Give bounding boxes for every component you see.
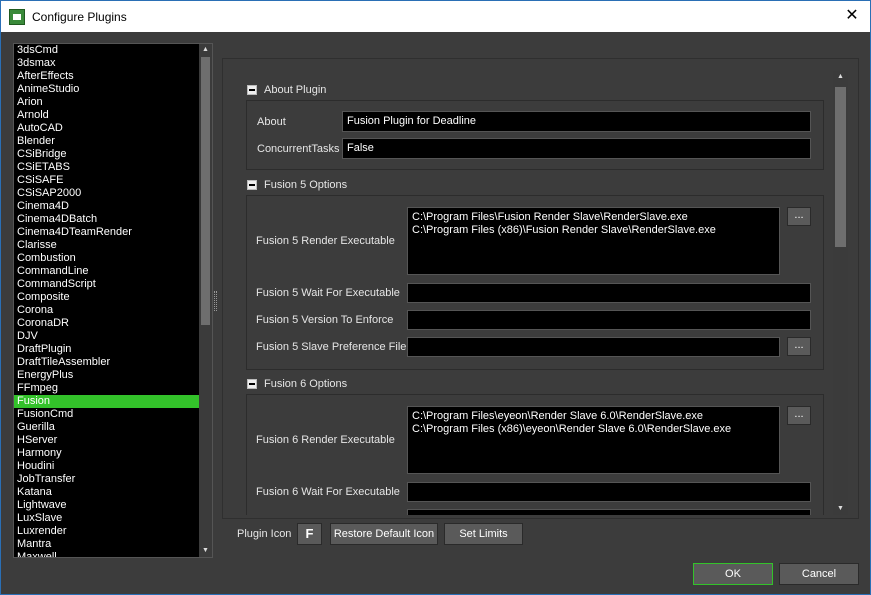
fusion5-version-field[interactable] xyxy=(407,310,811,330)
section-title: Fusion 5 Options xyxy=(264,179,348,191)
plugin-list-item[interactable]: Arnold xyxy=(14,109,199,122)
plugin-list-item[interactable]: 3dsmax xyxy=(14,57,199,70)
fusion6-render-exec-browse-button[interactable]: ... xyxy=(787,406,811,425)
plugin-list-item[interactable]: Fusion xyxy=(14,395,199,408)
section-title: About Plugin xyxy=(264,84,327,96)
fusion6-render-exec-label: Fusion 6 Render Executable xyxy=(256,434,395,446)
fusion5-version-label: Fusion 5 Version To Enforce xyxy=(256,314,394,326)
fusion6-options-group: Fusion 6 Render Executable C:\Program Fi… xyxy=(246,394,824,515)
plugin-list-item[interactable]: DraftTileAssembler xyxy=(14,356,199,369)
plugin-list-item[interactable]: Katana xyxy=(14,486,199,499)
plugin-list-item[interactable]: Blender xyxy=(14,135,199,148)
plugin-list-item[interactable]: Cinema4DBatch xyxy=(14,213,199,226)
ok-button[interactable]: OK xyxy=(693,563,773,585)
plugin-list-item[interactable]: Cinema4DTeamRender xyxy=(14,226,199,239)
fusion5-render-exec-label: Fusion 5 Render Executable xyxy=(256,235,395,247)
fusion5-slave-pref-browse-button[interactable]: ... xyxy=(787,337,811,356)
about-field[interactable]: Fusion Plugin for Deadline xyxy=(342,111,811,132)
section-title: Fusion 6 Options xyxy=(264,378,348,390)
plugin-list-item[interactable]: 3dsCmd xyxy=(14,44,199,57)
plugin-list-item[interactable]: Cinema4D xyxy=(14,200,199,213)
plugin-list-item[interactable]: CoronaDR xyxy=(14,317,199,330)
about-plugin-header[interactable]: About Plugin xyxy=(247,83,326,97)
fusion6-options-header[interactable]: Fusion 6 Options xyxy=(247,377,347,391)
fusion5-render-exec-field[interactable]: C:\Program Files\Fusion Render Slave\Ren… xyxy=(407,207,780,275)
collapse-icon[interactable] xyxy=(247,180,257,190)
app-icon xyxy=(9,8,25,25)
restore-default-icon-button[interactable]: Restore Default Icon xyxy=(330,523,438,545)
scroll-up-icon[interactable]: ▲ xyxy=(199,44,212,56)
scroll-down-icon[interactable]: ▼ xyxy=(833,503,848,515)
plugin-list-item[interactable]: Maxwell xyxy=(14,551,199,557)
splitter-handle[interactable] xyxy=(214,291,217,311)
fusion5-options-group: Fusion 5 Render Executable C:\Program Fi… xyxy=(246,195,824,370)
scrollbar-thumb[interactable] xyxy=(201,57,210,325)
settings-scroll-area: About Plugin About Fusion Plugin for Dea… xyxy=(235,71,833,515)
about-label: About xyxy=(257,116,286,128)
plugin-list-item[interactable]: CSiBridge xyxy=(14,148,199,161)
scrollbar-thumb[interactable] xyxy=(835,87,846,247)
plugin-list-item[interactable]: Corona xyxy=(14,304,199,317)
cancel-button[interactable]: Cancel xyxy=(779,563,859,585)
plugin-list-item[interactable]: Combustion xyxy=(14,252,199,265)
plugin-list-item[interactable]: CommandLine xyxy=(14,265,199,278)
window-title: Configure Plugins xyxy=(32,9,127,24)
set-limits-button[interactable]: Set Limits xyxy=(444,523,523,545)
plugin-list-item[interactable]: Composite xyxy=(14,291,199,304)
scroll-up-icon[interactable]: ▲ xyxy=(833,71,848,83)
plugin-list-item[interactable]: Luxrender xyxy=(14,525,199,538)
plugin-list-item[interactable]: Lightwave xyxy=(14,499,199,512)
plugin-list-item[interactable]: Arion xyxy=(14,96,199,109)
plugin-list[interactable]: 3dsCmd 3dsmax AfterEffects AnimeStudio Arion… xyxy=(13,43,213,558)
collapse-icon[interactable] xyxy=(247,85,257,95)
plugin-icon-label: Plugin Icon xyxy=(237,528,292,540)
title-bar: Configure Plugins ✕ xyxy=(1,1,870,32)
plugin-list-item[interactable]: LuxSlave xyxy=(14,512,199,525)
concurrent-tasks-field[interactable]: False xyxy=(342,138,811,159)
plugin-list-item[interactable]: Harmony xyxy=(14,447,199,460)
plugin-list-item[interactable]: AfterEffects xyxy=(14,70,199,83)
plugin-list-item[interactable]: Clarisse xyxy=(14,239,199,252)
plugin-list-item[interactable]: HServer xyxy=(14,434,199,447)
plugin-list-item[interactable]: CommandScript xyxy=(14,278,199,291)
fusion6-next-field[interactable] xyxy=(407,509,811,515)
plugin-list-scrollbar[interactable]: ▲ ▼ xyxy=(199,44,212,557)
close-icon[interactable]: ✕ xyxy=(842,6,862,26)
settings-scrollbar[interactable]: ▲ ▼ xyxy=(833,71,848,515)
fusion5-wait-label: Fusion 5 Wait For Executable xyxy=(256,287,400,299)
plugin-list-item[interactable]: CSiSAFE xyxy=(14,174,199,187)
plugin-list-item[interactable]: CSiSAP2000 xyxy=(14,187,199,200)
plugin-list-item[interactable]: JobTransfer xyxy=(14,473,199,486)
fusion5-slave-pref-label: Fusion 5 Slave Preference File xyxy=(256,341,407,353)
collapse-icon[interactable] xyxy=(247,379,257,389)
plugin-list-item[interactable]: CSiETABS xyxy=(14,161,199,174)
plugin-list-item[interactable]: DraftPlugin xyxy=(14,343,199,356)
about-plugin-group: About Fusion Plugin for Deadline Concurr… xyxy=(246,100,824,170)
plugin-icon-button[interactable]: F xyxy=(297,523,322,545)
plugin-list-item[interactable]: FFmpeg xyxy=(14,382,199,395)
plugin-list-item[interactable]: AutoCAD xyxy=(14,122,199,135)
plugin-list-item[interactable]: Houdini xyxy=(14,460,199,473)
fusion6-wait-field[interactable] xyxy=(407,482,811,502)
fusion5-wait-field[interactable] xyxy=(407,283,811,303)
plugin-list-items: 3dsCmd 3dsmax AfterEffects AnimeStudio Arion… xyxy=(14,44,199,557)
fusion5-options-header[interactable]: Fusion 5 Options xyxy=(247,178,347,192)
configure-plugins-window: Configure Plugins ✕ 3dsCmd 3dsmax AfterEff… xyxy=(0,0,871,595)
fusion5-slave-pref-field[interactable] xyxy=(407,337,780,357)
fusion5-render-exec-browse-button[interactable]: ... xyxy=(787,207,811,226)
plugin-list-item[interactable]: AnimeStudio xyxy=(14,83,199,96)
fusion6-wait-label: Fusion 6 Wait For Executable xyxy=(256,486,400,498)
fusion6-render-exec-field[interactable]: C:\Program Files\eyeon\Render Slave 6.0\… xyxy=(407,406,780,474)
plugin-list-item[interactable]: Mantra xyxy=(14,538,199,551)
plugin-list-item[interactable]: FusionCmd xyxy=(14,408,199,421)
plugin-list-item[interactable]: Guerilla xyxy=(14,421,199,434)
concurrent-tasks-label: ConcurrentTasks xyxy=(257,143,340,155)
plugin-list-item[interactable]: EnergyPlus xyxy=(14,369,199,382)
plugin-list-item[interactable]: DJV xyxy=(14,330,199,343)
scroll-down-icon[interactable]: ▼ xyxy=(199,545,212,557)
